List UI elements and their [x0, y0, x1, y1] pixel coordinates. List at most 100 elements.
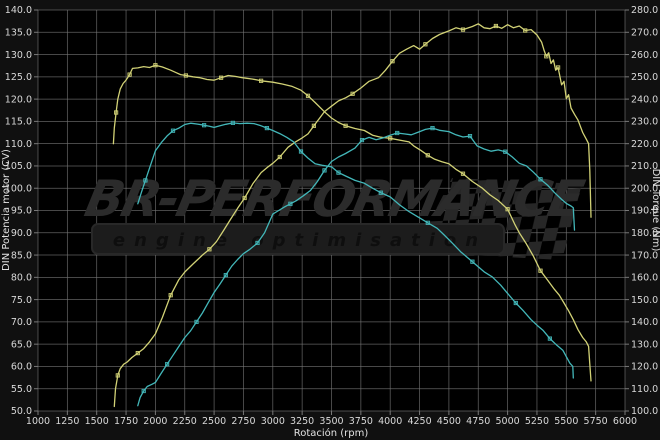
y-left-tick-label: 95.0	[11, 206, 32, 217]
x-tick-label: 3750	[349, 416, 373, 427]
torque-tuned-marker	[128, 73, 131, 76]
y-left-tick-label: 115.0	[5, 117, 32, 128]
brand-watermark: BR-PERFORMANCE engine optimisation	[80, 170, 589, 260]
torque-stock-marker	[202, 124, 205, 127]
x-tick-label: 2750	[231, 416, 255, 427]
x-tick-label: 1250	[55, 416, 79, 427]
dyno-chart-svg: BR-PERFORMANCE engine optimisation 1000 1…	[0, 0, 660, 440]
x-tick-label: 4000	[378, 416, 402, 427]
watermark-subtitle-text: engine optimisation	[113, 230, 487, 251]
x-tick-label: 4250	[407, 416, 431, 427]
torque-stock-marker	[337, 171, 340, 174]
power-stock-marker	[323, 169, 326, 172]
power-stock-marker	[468, 134, 471, 137]
torque-tuned-marker	[306, 94, 309, 97]
y-left-tick-label: 65.0	[11, 339, 32, 350]
power-tuned-marker	[545, 55, 548, 58]
torque-tuned-marker	[539, 269, 542, 272]
torque-stock-marker	[426, 221, 429, 224]
x-tick-label: 4500	[437, 416, 461, 427]
torque-stock-marker	[231, 121, 234, 124]
y-right-tick-label: 220.0	[631, 139, 658, 150]
power-tuned-marker	[494, 24, 497, 27]
power-stock-marker	[539, 178, 542, 181]
power-tuned-marker	[424, 43, 427, 46]
x-axis-title: Rotación (rpm)	[294, 427, 369, 439]
power-tuned-marker	[312, 124, 315, 127]
power-stock-marker	[195, 320, 198, 323]
power-stock-marker	[504, 150, 507, 153]
y-left-tick-label: 135.0	[5, 27, 32, 38]
y-left-tick-label: 55.0	[11, 384, 32, 395]
y-left-tick-label: 140.0	[5, 5, 32, 16]
y-right-tick-label: 270.0	[631, 27, 658, 38]
y-right-tick-label: 240.0	[631, 94, 658, 105]
torque-tuned-marker	[461, 172, 464, 175]
power-tuned-marker	[524, 29, 527, 32]
y-right-tick-label: 260.0	[631, 50, 658, 61]
y-right-tick-label: 140.0	[631, 317, 658, 328]
y-left-tick-label: 90.0	[11, 228, 32, 239]
y-right-tick-label: 100.0	[631, 406, 658, 417]
y-left-tick-label: 130.0	[5, 50, 32, 61]
power-stock-marker	[396, 131, 399, 134]
x-tick-label: 1000	[26, 416, 50, 427]
torque-stock-marker	[299, 150, 302, 153]
torque-stock-marker	[379, 191, 382, 194]
x-tick-label: 4750	[466, 416, 490, 427]
x-tick-label: 2500	[202, 416, 226, 427]
y-left-tick-label: 80.0	[11, 273, 32, 284]
torque-tuned-marker	[219, 76, 222, 79]
y-right-tick-label: 160.0	[631, 273, 658, 284]
torque-stock-marker	[265, 126, 268, 129]
power-tuned-marker	[169, 294, 172, 297]
torque-stock-marker	[171, 129, 174, 132]
torque-tuned-marker	[154, 64, 157, 67]
x-tick-label: 5250	[525, 416, 549, 427]
torque-stock-marker	[548, 337, 551, 340]
power-stock-marker	[256, 241, 259, 244]
y-left-tick-label: 120.0	[5, 94, 32, 105]
y-right-tick-label: 170.0	[631, 250, 658, 261]
y-right-tick-label: 120.0	[631, 362, 658, 373]
x-tick-label: 3250	[290, 416, 314, 427]
x-tick-label: 6000	[613, 416, 637, 427]
y-right-tick-label: 150.0	[631, 295, 658, 306]
torque-tuned-marker	[344, 124, 347, 127]
y-right-tick-label: 110.0	[631, 384, 658, 395]
power-stock-marker	[142, 389, 145, 392]
y-left-tick-label: 125.0	[5, 72, 32, 83]
power-tuned-marker	[208, 248, 211, 251]
x-tick-label: 5000	[496, 416, 520, 427]
torque-tuned-marker	[426, 154, 429, 157]
y-left-tick-label: 70.0	[11, 317, 32, 328]
power-tuned-marker	[461, 28, 464, 31]
y-left-tick-label: 85.0	[11, 250, 32, 261]
torque-tuned-marker	[506, 208, 509, 211]
x-tick-label: 2000	[143, 416, 167, 427]
power-tuned-marker	[351, 92, 354, 95]
left-axis-title: DIN Potencia motor (CV)	[1, 149, 12, 271]
torque-tuned-marker	[184, 74, 187, 77]
y-left-tick-label: 75.0	[11, 295, 32, 306]
x-tick-label: 5750	[584, 416, 608, 427]
x-tick-label: 2250	[173, 416, 197, 427]
power-tuned-marker	[556, 66, 559, 69]
torque-tuned-marker	[259, 79, 262, 82]
torque-stock-marker	[471, 260, 474, 263]
torque-tuned-marker	[389, 137, 392, 140]
y-right-tick-label: 250.0	[631, 72, 658, 83]
torque-stock-marker	[144, 179, 147, 182]
power-tuned-marker	[243, 196, 246, 199]
power-stock-marker	[165, 363, 168, 366]
power-tuned-marker	[136, 351, 139, 354]
dyno-chart: BR-PERFORMANCE engine optimisation 1000 1…	[0, 0, 660, 440]
power-tuned-marker	[278, 155, 281, 158]
power-stock-marker	[431, 126, 434, 129]
y-right-tick-label: 130.0	[631, 339, 658, 350]
power-stock-marker	[289, 202, 292, 205]
y-left-tick-label: 50.0	[11, 406, 32, 417]
power-stock-marker	[360, 138, 363, 141]
power-stock-marker	[224, 273, 227, 276]
torque-stock-marker	[514, 301, 517, 304]
